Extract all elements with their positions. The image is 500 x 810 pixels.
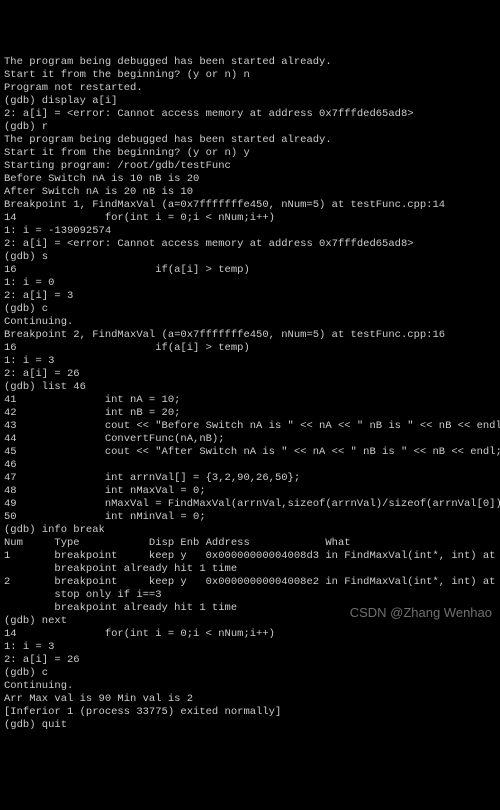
terminal-line: 1: i = 0 bbox=[4, 277, 496, 290]
terminal-line: 48 int nMaxVal = 0; bbox=[4, 485, 496, 498]
terminal-line: (gdb) display a[i] bbox=[4, 95, 496, 108]
terminal-line: (gdb) c bbox=[4, 303, 496, 316]
terminal-line: 2: a[i] = 26 bbox=[4, 654, 496, 667]
terminal-line: The program being debugged has been star… bbox=[4, 56, 496, 69]
terminal-line: 44 ConvertFunc(nA,nB); bbox=[4, 433, 496, 446]
watermark-label: CSDN @Zhang Wenhao bbox=[350, 606, 492, 619]
terminal-line: Breakpoint 1, FindMaxVal (a=0x7fffffffe4… bbox=[4, 199, 496, 212]
terminal-output[interactable]: The program being debugged has been star… bbox=[4, 56, 496, 732]
terminal-line: Start it from the beginning? (y or n) n bbox=[4, 69, 496, 82]
terminal-line: 49 nMaxVal = FindMaxVal(arrnVal,sizeof(a… bbox=[4, 498, 496, 511]
terminal-line: (gdb) list 46 bbox=[4, 381, 496, 394]
terminal-line: Num Type Disp Enb Address What bbox=[4, 537, 496, 550]
terminal-line: 2: a[i] = 26 bbox=[4, 368, 496, 381]
terminal-line: Starting program: /root/gdb/testFunc bbox=[4, 160, 496, 173]
terminal-line: stop only if i==3 bbox=[4, 589, 496, 602]
terminal-line: 16 if(a[i] > temp) bbox=[4, 342, 496, 355]
terminal-line: Before Switch nA is 10 nB is 20 bbox=[4, 173, 496, 186]
terminal-line: Breakpoint 2, FindMaxVal (a=0x7fffffffe4… bbox=[4, 329, 496, 342]
terminal-line: 43 cout << "Before Switch nA is " << nA … bbox=[4, 420, 496, 433]
terminal-line: 41 int nA = 10; bbox=[4, 394, 496, 407]
terminal-line: 46 bbox=[4, 459, 496, 472]
terminal-line: 2: a[i] = <error: Cannot access memory a… bbox=[4, 108, 496, 121]
terminal-line: Arr Max val is 90 Min val is 2 bbox=[4, 693, 496, 706]
terminal-line: (gdb) quit bbox=[4, 719, 496, 732]
terminal-line: breakpoint already hit 1 time bbox=[4, 563, 496, 576]
terminal-line: 16 if(a[i] > temp) bbox=[4, 264, 496, 277]
terminal-line: 50 int nMinVal = 0; bbox=[4, 511, 496, 524]
terminal-line: 14 for(int i = 0;i < nNum;i++) bbox=[4, 212, 496, 225]
terminal-line: 2: a[i] = 3 bbox=[4, 290, 496, 303]
terminal-line: [Inferior 1 (process 33775) exited norma… bbox=[4, 706, 496, 719]
terminal-line: 1 breakpoint keep y 0x00000000004008d3 i… bbox=[4, 550, 496, 563]
terminal-line: 2: a[i] = <error: Cannot access memory a… bbox=[4, 238, 496, 251]
terminal-line: 14 for(int i = 0;i < nNum;i++) bbox=[4, 628, 496, 641]
terminal-line: 2 breakpoint keep y 0x00000000004008e2 i… bbox=[4, 576, 496, 589]
terminal-line: Continuing. bbox=[4, 316, 496, 329]
terminal-line: (gdb) r bbox=[4, 121, 496, 134]
terminal-line: 45 cout << "After Switch nA is " << nA <… bbox=[4, 446, 496, 459]
terminal-line: (gdb) c bbox=[4, 667, 496, 680]
terminal-line: Start it from the beginning? (y or n) y bbox=[4, 147, 496, 160]
terminal-line: 47 int arrnVal[] = {3,2,90,26,50}; bbox=[4, 472, 496, 485]
terminal-line: 1: i = 3 bbox=[4, 355, 496, 368]
terminal-line: The program being debugged has been star… bbox=[4, 134, 496, 147]
terminal-line: Continuing. bbox=[4, 680, 496, 693]
terminal-line: (gdb) info break bbox=[4, 524, 496, 537]
terminal-line: 1: i = 3 bbox=[4, 641, 496, 654]
terminal-line: 1: i = -139092574 bbox=[4, 225, 496, 238]
terminal-line: 42 int nB = 20; bbox=[4, 407, 496, 420]
terminal-line: After Switch nA is 20 nB is 10 bbox=[4, 186, 496, 199]
terminal-line: Program not restarted. bbox=[4, 82, 496, 95]
terminal-line: (gdb) s bbox=[4, 251, 496, 264]
